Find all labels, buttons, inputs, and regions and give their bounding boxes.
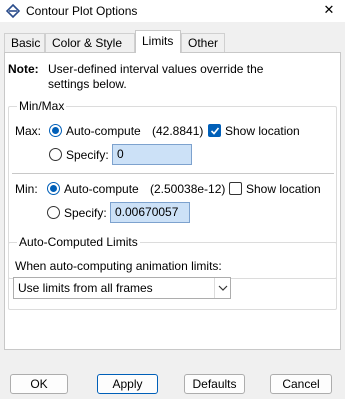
min-auto-value: (2.50038e-12) (150, 182, 226, 196)
ok-button[interactable]: OK (10, 374, 68, 394)
animation-limits-dropdown[interactable]: Use limits from all frames (13, 277, 231, 299)
close-button[interactable]: ✕ (313, 0, 345, 22)
min-show-location-label: Show location (246, 182, 321, 196)
checkmark-icon (210, 127, 220, 135)
cancel-button[interactable]: Cancel (270, 374, 332, 394)
note-text: User-defined interval values override th… (48, 62, 264, 91)
auto-limits-group: Auto-Computed Limits When auto-computing… (8, 235, 337, 310)
note-label: Note: (8, 62, 39, 76)
tab-basic[interactable]: Basic (4, 33, 45, 53)
min-auto-compute-label: Auto-compute (64, 182, 139, 196)
abaqus-app-icon (5, 3, 21, 19)
max-specify-input[interactable]: 0 (112, 144, 192, 165)
max-auto-compute-label: Auto-compute (66, 124, 141, 138)
min-auto-compute-radio[interactable] (47, 182, 60, 195)
defaults-button[interactable]: Defaults (184, 374, 245, 394)
max-specify-label: Specify: (66, 148, 109, 162)
auto-limits-prompt: When auto-computing animation limits: (15, 259, 222, 273)
min-specify-label: Specify: (64, 206, 107, 220)
min-specify-radio[interactable] (47, 206, 60, 219)
auto-limits-group-title: Auto-Computed Limits (17, 235, 140, 249)
animation-limits-selected: Use limits from all frames (18, 281, 153, 295)
tab-limits[interactable]: Limits (135, 30, 181, 53)
max-auto-compute-radio[interactable] (49, 124, 62, 137)
apply-button[interactable]: Apply (97, 374, 158, 394)
min-label: Min: (15, 182, 38, 196)
chevron-down-icon (214, 278, 230, 298)
max-specify-radio[interactable] (49, 148, 62, 161)
max-auto-value: (42.8841) (152, 124, 204, 138)
title-bar: Contour Plot Options ✕ (0, 0, 345, 22)
close-icon: ✕ (323, 2, 335, 17)
tab-color-style[interactable]: Color & Style (45, 33, 135, 53)
min-specify-input[interactable]: 0.00670057 (110, 202, 190, 223)
window-title: Contour Plot Options (26, 4, 138, 18)
limits-panel: Note: User-defined interval values overr… (4, 52, 341, 350)
minmax-group-title: Min/Max (17, 99, 67, 113)
min-show-location-checkbox[interactable] (229, 182, 242, 195)
tab-other[interactable]: Other (181, 33, 225, 53)
minmax-divider (12, 173, 334, 174)
max-label: Max: (15, 124, 42, 138)
max-show-location-label: Show location (225, 124, 300, 138)
max-show-location-checkbox[interactable] (208, 124, 221, 137)
